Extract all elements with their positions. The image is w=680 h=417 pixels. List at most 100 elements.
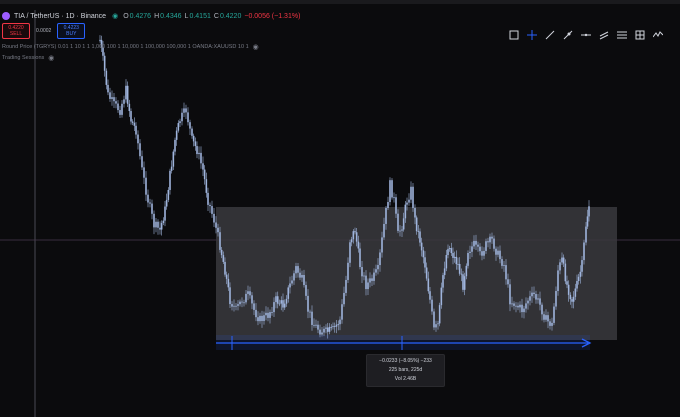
candle-body	[521, 304, 523, 313]
candle-body	[463, 276, 466, 290]
candle-body	[541, 304, 543, 315]
candle-body	[247, 291, 249, 294]
candle-body	[202, 163, 204, 170]
wave-tool[interactable]	[649, 26, 667, 44]
indicator-label: Round Price (TGRYS) 0.01 1 10 1 1 1,000 …	[2, 44, 249, 50]
candle-body	[349, 242, 351, 263]
measure-volume: Vol 2.46B	[394, 376, 417, 382]
candle-body	[135, 125, 137, 135]
candle-body	[501, 259, 503, 266]
candle-body	[215, 222, 217, 228]
candle-body	[194, 141, 197, 147]
candle-body	[571, 299, 573, 302]
candle-body	[107, 84, 109, 93]
candle-body	[579, 271, 582, 277]
candle-body	[159, 227, 161, 230]
candle-body	[553, 306, 555, 323]
candle-body	[164, 206, 166, 221]
candle-body	[259, 315, 261, 322]
eye-icon[interactable]: ◉	[48, 54, 54, 62]
candle-body	[153, 213, 155, 228]
candle-body	[533, 292, 535, 295]
candle-body	[495, 248, 497, 255]
candle-body	[445, 255, 448, 269]
candle-body	[437, 323, 439, 325]
candle-body	[369, 278, 371, 283]
candle-body	[125, 85, 127, 100]
candle-body	[347, 262, 349, 280]
candle-body	[397, 213, 399, 231]
price-chart-canvas[interactable]	[0, 0, 680, 417]
drawing-toolbar	[505, 26, 667, 44]
candle-body	[517, 305, 519, 308]
candle-body	[448, 248, 451, 250]
candle-body	[375, 269, 377, 273]
candle-body	[412, 186, 414, 208]
candle-body	[377, 265, 379, 270]
candle-body	[586, 216, 589, 227]
candle-body	[128, 103, 131, 112]
market-status-icon: ◉	[112, 13, 119, 20]
fib-retracement-tool[interactable]	[613, 26, 631, 44]
candle-body	[149, 202, 151, 204]
grid-tool[interactable]	[631, 26, 649, 44]
trend-line-tool[interactable]	[541, 26, 559, 44]
candle-body	[574, 288, 577, 297]
candle-body	[174, 139, 176, 152]
candle-body	[315, 324, 317, 326]
candle-body	[442, 275, 444, 288]
candle-body	[383, 223, 385, 238]
candle-body	[557, 270, 559, 292]
candle-body	[361, 267, 363, 277]
candle-body	[438, 305, 441, 324]
candle-body	[483, 250, 485, 256]
candle-body	[225, 274, 228, 279]
candle-body	[119, 110, 121, 115]
horizontal-line-tool[interactable]	[577, 26, 595, 44]
candle-body	[172, 151, 175, 167]
candle-body	[321, 332, 323, 335]
symbol-legend[interactable]: TIA / TetherUS · 1D · Binance ◉ O0.4276 …	[2, 9, 300, 23]
eye-icon[interactable]: ◉	[253, 43, 259, 51]
candle-body	[415, 217, 418, 232]
candle-body	[245, 293, 247, 303]
symbol-title[interactable]: TIA / TetherUS · 1D · Binance	[14, 13, 106, 20]
candle-body	[323, 328, 325, 333]
indicator-round-price[interactable]: Round Price (TGRYS) 0.01 1 10 1 1 1,000 …	[2, 42, 259, 52]
candle-body	[133, 122, 136, 126]
candle-body	[191, 128, 193, 136]
candle-body	[311, 311, 313, 325]
candle-body	[493, 238, 495, 249]
chart-app: TIA / TetherUS · 1D · Binance ◉ O0.4276 …	[0, 0, 680, 417]
candle-body	[224, 261, 226, 275]
candle-body	[447, 249, 449, 256]
measure-change: −0.0233 (−8.05%) −233	[379, 358, 432, 364]
candle-body	[328, 326, 331, 332]
candle-body	[419, 231, 421, 243]
candle-body	[219, 232, 221, 250]
fib-retracement-icon	[617, 31, 627, 39]
sell-button[interactable]: 0.4220 SELL	[2, 23, 30, 39]
candle-body	[289, 283, 291, 288]
candle-body	[452, 253, 454, 258]
candle-body	[233, 305, 235, 307]
candle-body	[357, 241, 360, 249]
candle-body	[325, 327, 327, 329]
crosshair-tool[interactable]	[523, 26, 541, 44]
candle-body	[222, 255, 225, 262]
candle-body	[422, 250, 425, 258]
candle-body	[198, 152, 200, 155]
candle-body	[489, 236, 491, 243]
buy-button[interactable]: 0.4223 BUY	[57, 23, 86, 39]
ray-tool[interactable]	[559, 26, 577, 44]
indicator-trading-sessions[interactable]: Trading Sessions ◉	[2, 53, 54, 63]
candle-body	[465, 265, 468, 277]
candle-body	[249, 291, 251, 296]
candle-body	[455, 256, 458, 265]
rectangle-tool[interactable]	[505, 26, 523, 44]
candle-body	[453, 256, 456, 258]
parallel-channel-tool[interactable]	[595, 26, 613, 44]
candle-body	[139, 143, 141, 157]
candle-body	[165, 199, 168, 207]
candle-body	[235, 305, 237, 307]
